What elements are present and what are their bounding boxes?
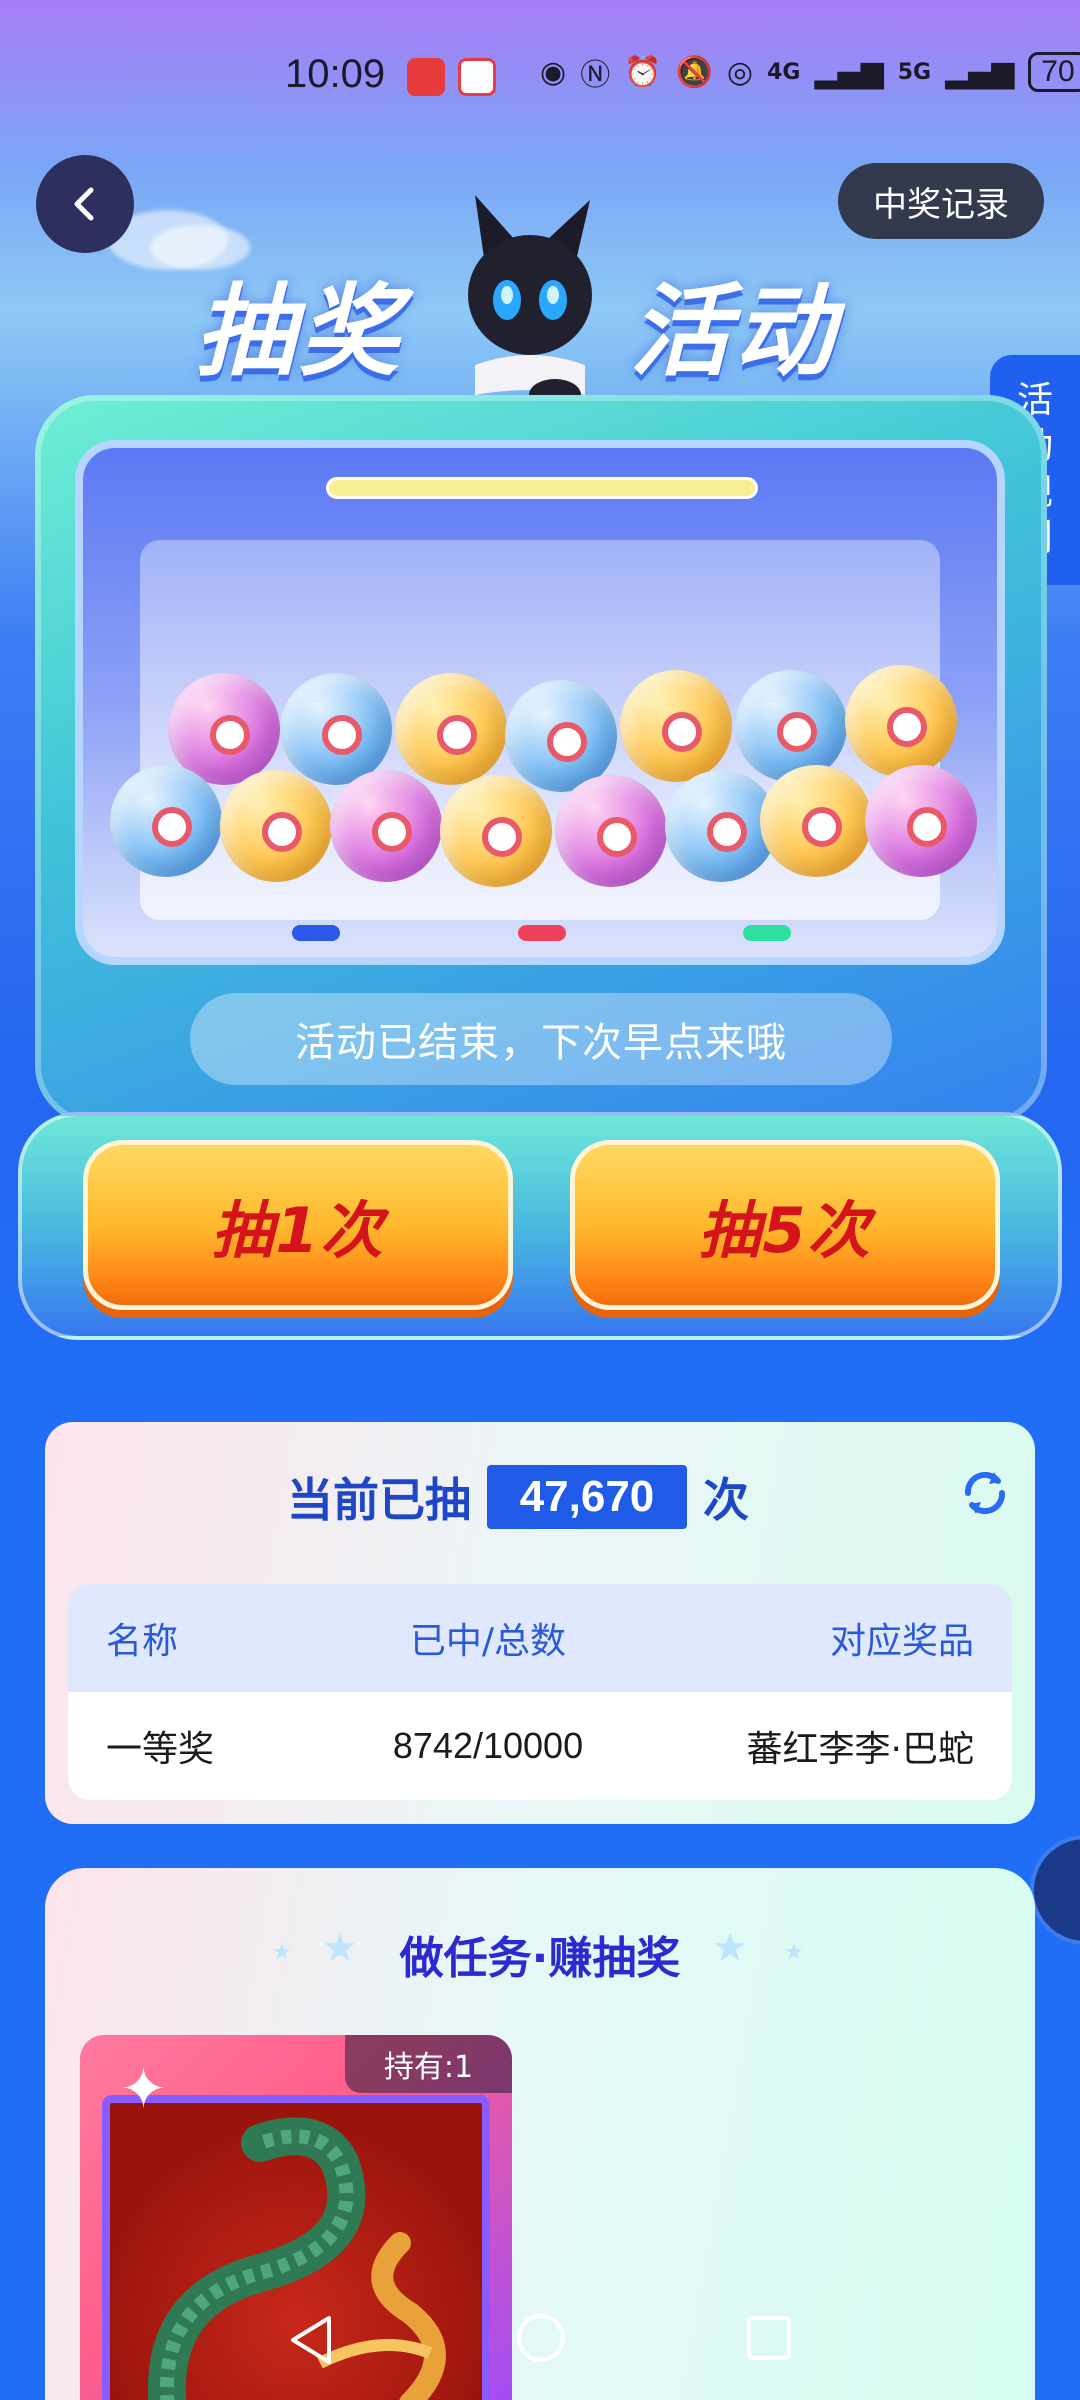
draw-five-button[interactable]: 抽5次: [570, 1140, 1000, 1310]
prize-record-button[interactable]: 中奖记录: [838, 163, 1044, 239]
header-won-total: 已中/总数: [409, 1621, 567, 1662]
nav-home-icon[interactable]: [515, 2312, 567, 2364]
capsule-ball: [620, 670, 732, 782]
mute-icon: 🔕: [675, 54, 713, 90]
status-time: 10:09: [285, 52, 386, 96]
capsule-ball: [220, 770, 332, 882]
network-5g-label: 5G: [897, 59, 932, 85]
nav-recents-icon[interactable]: [745, 2314, 793, 2362]
table-row: 一等奖 8742/10000 蕃红李李·巴蛇: [68, 1692, 1012, 1800]
draw-count-value: 47,670: [487, 1465, 687, 1529]
network-4g-label: 4G: [767, 59, 801, 85]
cell-won-total: 8742/10000: [392, 1725, 584, 1766]
indicator-blue: [292, 925, 340, 941]
gacha-lamp: [326, 477, 758, 499]
draw-count-suffix: 次: [703, 1473, 749, 1527]
sparkle-icon: ✦: [120, 2057, 167, 2122]
signal-5g-icon: ▂▄▆: [945, 54, 1015, 90]
huawei-app-icon: [407, 58, 445, 96]
title-right: 活动: [630, 273, 838, 390]
back-button[interactable]: [36, 155, 134, 253]
capsule-ball: [760, 765, 872, 877]
capsule-ball: [555, 775, 667, 887]
alarm-icon: ⏰: [624, 54, 662, 90]
capsule-ball: [735, 670, 847, 782]
capsule-ball: [330, 770, 442, 882]
holding-count-badge: 持有:1: [345, 2035, 512, 2093]
system-nav-bar: [0, 2300, 1080, 2400]
capsule-ball: [845, 665, 957, 777]
header-name: 名称: [106, 1621, 179, 1662]
draw-once-button[interactable]: 抽1次: [83, 1140, 513, 1310]
draw-count-row: 当前已抽 47,670 次: [287, 1464, 749, 1530]
status-icons: ◉ Ⓝ ⏰ 🔕 ◎ 4G ▂▄▆ 5G ▂▄▆ 70: [540, 50, 1080, 94]
activity-status-message: 活动已结束，下次早点来哦: [190, 993, 892, 1085]
cell-name: 一等奖: [106, 1729, 215, 1770]
cell-prize: 蕃红李李·巴蛇: [746, 1729, 974, 1770]
capsule-ball: [440, 775, 552, 887]
hotspot-icon: ◎: [726, 54, 754, 90]
notification-app-icon: [458, 58, 496, 96]
draw-count-prefix: 当前已抽: [287, 1473, 471, 1527]
signal-4g-icon: ▂▄▆: [814, 54, 884, 90]
status-bar: 10:09 ◉ Ⓝ ⏰ 🔕 ◎ 4G ▂▄▆ 5G ▂▄▆ 70: [0, 40, 1080, 120]
task-section-title: 做任务·赚抽奖: [399, 1933, 681, 1984]
capsule-ball: [395, 673, 507, 785]
capsule-ball: [865, 765, 977, 877]
table-header: 名称 已中/总数 对应奖品: [68, 1584, 1012, 1692]
mascot-cat-icon: [468, 195, 592, 410]
capsule-ball: [280, 673, 392, 785]
title-left: 抽奖: [195, 273, 403, 390]
nfc-icon: Ⓝ: [580, 58, 611, 93]
battery-indicator: 70: [1028, 52, 1080, 92]
nav-back-icon[interactable]: [283, 2312, 339, 2368]
capsule-ball: [110, 765, 222, 877]
header-prize: 对应奖品: [829, 1621, 974, 1662]
indicator-green: [743, 925, 791, 941]
prize-table: 名称 已中/总数 对应奖品 一等奖 8742/10000 蕃红李李·巴蛇: [68, 1584, 1012, 1800]
draw-once-label: 抽1次: [211, 1194, 385, 1267]
refresh-icon[interactable]: [958, 1466, 1012, 1520]
indicator-red: [518, 925, 566, 941]
chevron-left-icon: [74, 187, 94, 221]
draw-five-label: 抽5次: [698, 1194, 872, 1267]
eye-icon: ◉: [540, 54, 567, 90]
